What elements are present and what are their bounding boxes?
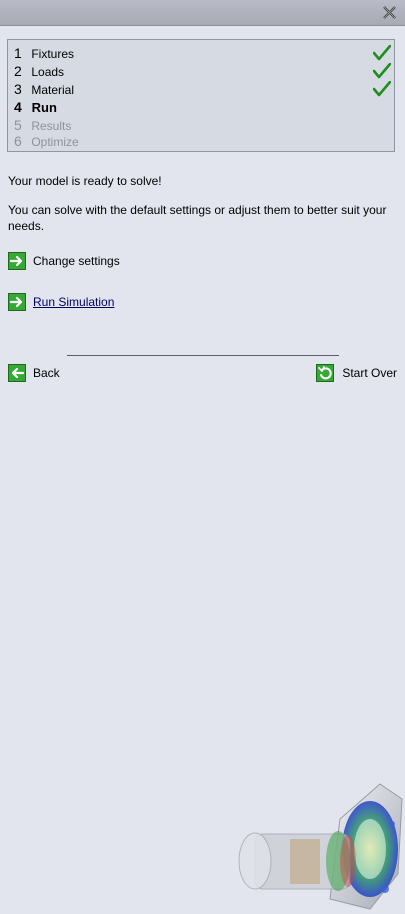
start-over-button[interactable]: Start Over <box>316 364 397 382</box>
step-material[interactable]: 3 Material <box>14 81 74 98</box>
step-label: Material <box>31 83 75 97</box>
divider <box>67 355 339 356</box>
checkmark-icon <box>373 45 391 61</box>
step-label: Run <box>31 100 57 115</box>
step-label: Loads <box>31 65 65 79</box>
step-number: 6 <box>14 133 22 149</box>
back-button[interactable]: Back <box>8 364 60 382</box>
wizard-steps-list: 1 Fixtures 2 Loads 3 Material 4 Run 5 Re… <box>7 39 395 152</box>
step-loads[interactable]: 2 Loads <box>14 63 64 80</box>
step-label: Optimize <box>31 135 79 149</box>
change-settings-link[interactable]: Change settings <box>8 252 120 270</box>
back-label: Back <box>33 366 60 380</box>
close-icon[interactable] <box>382 5 397 20</box>
step-number: 2 <box>14 63 22 79</box>
green-arrow-right-icon <box>8 252 26 270</box>
step-label: Results <box>31 119 72 133</box>
ready-message: Your model is ready to solve! <box>8 174 162 188</box>
step-label: Fixtures <box>31 47 75 61</box>
run-simulation-link[interactable]: Run Simulation <box>8 293 114 311</box>
step-number: 4 <box>14 99 22 115</box>
simulation-product-image <box>238 783 403 910</box>
step-optimize: 6 Optimize <box>14 133 79 150</box>
green-arrow-right-icon <box>8 293 26 311</box>
step-number: 3 <box>14 81 22 97</box>
checkmark-icon <box>373 63 391 79</box>
start-over-label: Start Over <box>342 366 397 380</box>
step-fixtures[interactable]: 1 Fixtures <box>14 45 74 62</box>
green-arrow-left-icon <box>8 364 26 382</box>
step-number: 1 <box>14 45 22 61</box>
checkmark-icon <box>373 81 391 97</box>
step-number: 5 <box>14 117 22 133</box>
green-restart-icon <box>316 364 335 382</box>
step-run[interactable]: 4 Run <box>14 99 57 116</box>
panel-titlebar <box>0 0 405 26</box>
hint-message: You can solve with the default settings … <box>8 203 387 233</box>
run-simulation-label: Run Simulation <box>33 295 115 309</box>
step-results: 5 Results <box>14 117 71 134</box>
change-settings-label: Change settings <box>33 254 120 268</box>
